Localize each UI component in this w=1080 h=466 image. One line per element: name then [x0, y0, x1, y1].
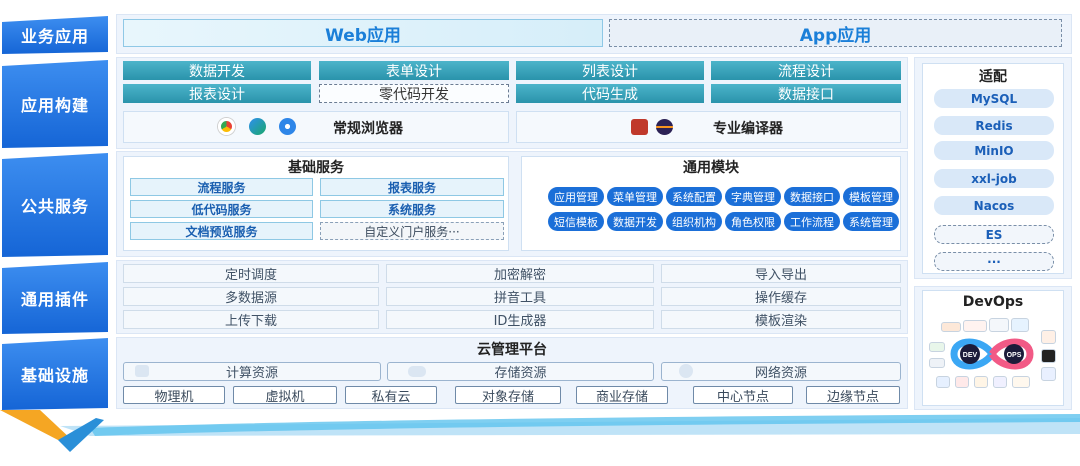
adapt-item-dashed: ··· [934, 252, 1054, 271]
node-item: 商业存储 [576, 386, 668, 405]
node-item: 对象存储 [455, 386, 561, 405]
git-icon [963, 320, 987, 332]
build-item: 报表设计 [123, 84, 311, 103]
browser-label: 常规浏览器 [333, 121, 403, 137]
tool-logo-icon [974, 376, 988, 388]
resource-label: 网络资源 [754, 366, 807, 381]
eclipse-icon [656, 119, 673, 135]
docker-icon [1011, 318, 1029, 332]
adapt-item-dashed: ES [934, 225, 1054, 244]
module-pill: 工作流程 [784, 212, 840, 231]
module-pill: 系统配置 [666, 187, 722, 206]
ansible-icon [1041, 349, 1056, 363]
base-service-item-dashed: 自定义门户服务··· [320, 222, 504, 240]
module-pill: 菜单管理 [607, 187, 663, 206]
chef-icon [1041, 330, 1056, 344]
base-services-title: 基础服务 [288, 160, 344, 176]
adapt-item: Nacos [934, 196, 1054, 215]
module-pill: 数据开发 [607, 212, 663, 231]
module-pill: 模板管理 [843, 187, 899, 206]
storage-icon [408, 366, 426, 377]
resource-label: 存储资源 [494, 366, 547, 381]
jetbrains-icon [631, 119, 648, 135]
adapt-item: MySQL [934, 89, 1054, 108]
plugin-item: 导入导出 [661, 264, 901, 283]
resource-bar: 存储资源 [387, 362, 654, 381]
build-item: 数据接口 [711, 84, 901, 103]
plugin-item: 多数据源 [123, 287, 379, 306]
plugin-item: 加密解密 [386, 264, 654, 283]
devops-dev-text: DEV [963, 352, 978, 359]
tool-logo-icon [936, 376, 950, 388]
tool-logo-icon [1041, 367, 1056, 381]
server-icon [135, 365, 149, 377]
base-service-item: 系统服务 [320, 200, 504, 218]
plugin-item: 模板渲染 [661, 310, 901, 329]
row-label-infra: 基础设施 [2, 338, 108, 410]
build-item-dashed: 零代码开发 [319, 84, 509, 103]
base-service-item: 文档预览服务 [130, 222, 313, 240]
module-pill: 系统管理 [843, 212, 899, 231]
devops-ops-text: OPS [1007, 352, 1022, 359]
tool-logo-icon [929, 342, 945, 352]
tool-logo-icon [929, 358, 945, 368]
plugin-item: 操作缓存 [661, 287, 901, 306]
devops-title: DevOps [962, 294, 1024, 310]
module-pill: 字典管理 [725, 187, 781, 206]
aws-icon [989, 318, 1009, 332]
cloud-platform-title: 云管理平台 [477, 342, 547, 358]
module-pill: 短信模板 [548, 212, 604, 231]
tool-logo-icon [941, 322, 961, 332]
adapt-item: xxl-job [934, 169, 1054, 188]
resource-bar: 计算资源 [123, 362, 381, 381]
base-service-item: 报表服务 [320, 178, 504, 196]
row-label-public: 公共服务 [2, 153, 108, 257]
architecture-diagram: 业务应用 应用构建 公共服务 通用插件 基础设施 Web应用 App应用 数据开… [0, 0, 1080, 466]
common-modules-title: 通用模块 [683, 160, 739, 176]
adapt-title: 适配 [979, 69, 1007, 85]
build-item: 流程设计 [711, 61, 901, 80]
adapt-item: MinIO [934, 141, 1054, 160]
node-item: 边缘节点 [806, 386, 900, 405]
build-item: 代码生成 [516, 84, 704, 103]
app-box: App应用 [609, 19, 1062, 47]
row-label-business: 业务应用 [2, 16, 108, 54]
node-item: 虚拟机 [233, 386, 337, 405]
chrome-icon [218, 118, 235, 135]
adapt-item: Redis [934, 116, 1054, 135]
tool-logo-icon [993, 376, 1007, 388]
node-item: 中心节点 [693, 386, 793, 405]
plugin-item: ID生成器 [386, 310, 654, 329]
plugin-item: 拼音工具 [386, 287, 654, 306]
module-pill: 应用管理 [548, 187, 604, 206]
node-item: 私有云 [345, 386, 437, 405]
network-icon [679, 364, 693, 378]
row-label-plugins: 通用插件 [2, 262, 108, 334]
plugin-item: 定时调度 [123, 264, 379, 283]
web-app-box: Web应用 [123, 19, 603, 47]
tool-logo-icon [1012, 376, 1030, 388]
compiler-label: 专业编译器 [713, 121, 783, 137]
tool-logo-icon [955, 376, 969, 388]
browser-box [123, 111, 509, 143]
resource-label: 计算资源 [225, 366, 278, 381]
build-item: 数据开发 [123, 61, 311, 80]
build-item: 列表设计 [516, 61, 704, 80]
safari-icon [279, 118, 296, 135]
devops-infinity-icon: DEV OPS [950, 338, 1034, 370]
base-service-item: 流程服务 [130, 178, 313, 196]
edge-icon [249, 118, 266, 135]
row-label-build: 应用构建 [2, 60, 108, 148]
plugin-item: 上传下载 [123, 310, 379, 329]
base-service-item: 低代码服务 [130, 200, 313, 218]
decorative-wave [0, 410, 1080, 452]
module-pill: 数据接口 [784, 187, 840, 206]
resource-bar: 网络资源 [661, 362, 901, 381]
module-pill: 角色权限 [725, 212, 781, 231]
module-pill: 组织机构 [666, 212, 722, 231]
build-item: 表单设计 [319, 61, 509, 80]
node-item: 物理机 [123, 386, 225, 405]
